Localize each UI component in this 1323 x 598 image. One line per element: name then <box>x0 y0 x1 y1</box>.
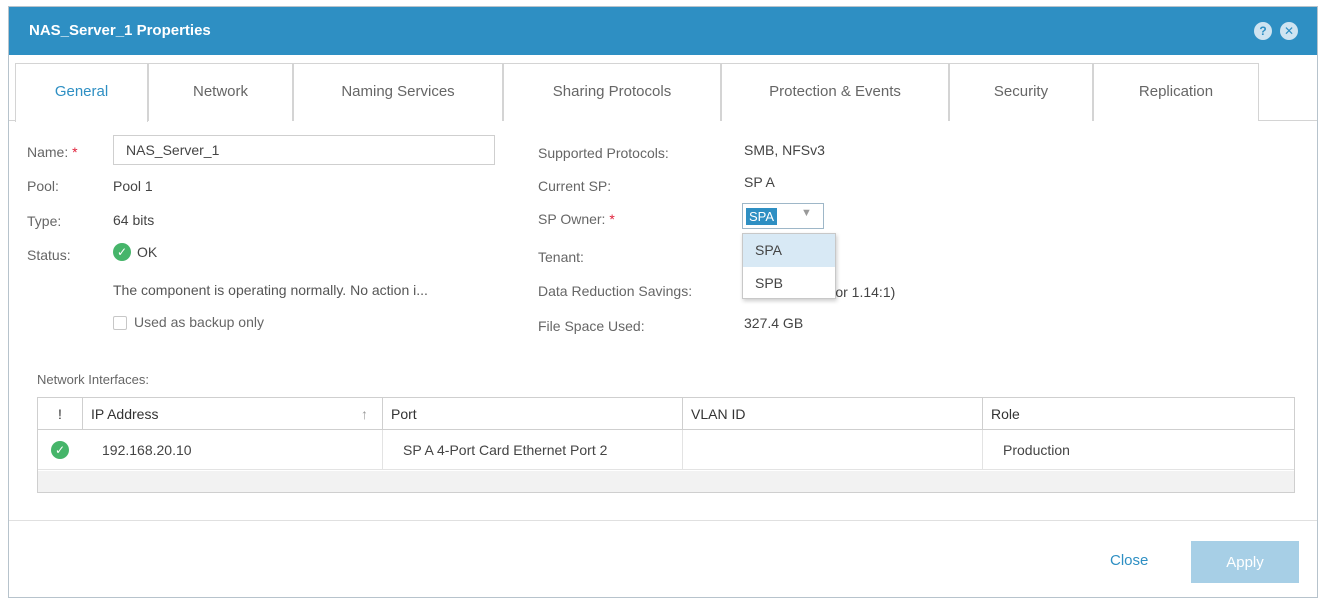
tab-replication[interactable]: Replication <box>1093 63 1259 121</box>
type-value: 64 bits <box>113 212 155 228</box>
tab-network[interactable]: Network <box>148 63 293 121</box>
file-space-value: 327.4 GB <box>744 315 804 331</box>
col-vlan-id[interactable]: VLAN ID <box>682 398 982 430</box>
tenant-label: Tenant: <box>538 249 584 265</box>
footer-divider <box>9 520 1317 521</box>
status-value: OK <box>137 244 158 260</box>
supported-protocols-value: SMB, NFSv3 <box>744 142 825 158</box>
ok-check-icon: ✓ <box>113 243 131 261</box>
backup-checkbox[interactable] <box>113 316 127 330</box>
sp-owner-selected: SPA <box>746 208 778 225</box>
required-mark: * <box>72 144 78 160</box>
tab-sharing-protocols[interactable]: Sharing Protocols <box>503 63 721 121</box>
current-sp-value: SP A <box>744 174 775 190</box>
sp-owner-label: SP Owner: * <box>538 211 615 227</box>
sp-owner-dropdown: SPA SPB <box>742 233 836 299</box>
tab-naming-services[interactable]: Naming Services <box>293 63 503 121</box>
col-alert[interactable]: ! <box>38 398 82 430</box>
backup-label: Used as backup only <box>134 314 264 330</box>
table-header: ! IP Address ↑ Port VLAN ID Role <box>38 398 1294 430</box>
name-label: Name: * <box>27 144 78 160</box>
tab-protection-events[interactable]: Protection & Events <box>721 63 949 121</box>
data-reduction-label: Data Reduction Savings: <box>538 283 693 299</box>
network-interfaces-label: Network Interfaces: <box>37 372 149 387</box>
tab-general[interactable]: General <box>15 63 148 122</box>
close-icon[interactable]: ✕ <box>1280 22 1298 40</box>
file-space-label: File Space Used: <box>538 318 645 334</box>
supported-protocols-label: Supported Protocols: <box>538 145 669 161</box>
ok-check-icon: ✓ <box>51 441 69 459</box>
row-status-cell: ✓ <box>38 430 82 470</box>
col-ip-address[interactable]: IP Address ↑ <box>82 398 382 430</box>
status-label: Status: <box>27 247 71 263</box>
pool-value: Pool 1 <box>113 178 153 194</box>
pool-label: Pool: <box>27 178 59 194</box>
sort-up-icon: ↑ <box>361 406 368 422</box>
network-interfaces-table: ! IP Address ↑ Port VLAN ID Role ✓ 192.16… <box>37 397 1295 493</box>
table-scrollbar[interactable] <box>38 471 1294 492</box>
dialog-titlebar: NAS_Server_1 Properties ? ✕ <box>9 7 1317 55</box>
apply-button[interactable]: Apply <box>1191 541 1299 583</box>
name-field[interactable] <box>113 135 495 165</box>
close-button[interactable]: Close <box>1110 552 1148 569</box>
properties-dialog: NAS_Server_1 Properties ? ✕ General Netw… <box>8 6 1318 598</box>
table-row[interactable]: ✓ 192.168.20.10 SP A 4-Port Card Etherne… <box>38 430 1294 470</box>
type-label: Type: <box>27 213 62 229</box>
sp-owner-select[interactable]: SPA ▼ <box>742 203 824 229</box>
row-port: SP A 4-Port Card Ethernet Port 2 <box>382 430 682 470</box>
row-ip: 192.168.20.10 <box>102 442 192 458</box>
tab-security[interactable]: Security <box>949 63 1093 121</box>
col-port[interactable]: Port <box>382 398 682 430</box>
question-icon[interactable]: ? <box>1254 22 1272 40</box>
sp-option-spb[interactable]: SPB <box>743 267 835 300</box>
sp-option-spa[interactable]: SPA <box>743 234 835 267</box>
row-role: Production <box>982 430 1296 470</box>
status-message: The component is operating normally. No … <box>113 282 428 298</box>
required-mark: * <box>609 211 615 227</box>
tab-bar: General Network Naming Services Sharing … <box>9 63 1317 122</box>
dialog-title: NAS_Server_1 Properties <box>29 22 211 39</box>
current-sp-label: Current SP: <box>538 178 612 194</box>
col-role[interactable]: Role <box>982 398 1296 430</box>
chevron-down-icon: ▼ <box>801 207 812 219</box>
row-vlan <box>682 430 982 470</box>
